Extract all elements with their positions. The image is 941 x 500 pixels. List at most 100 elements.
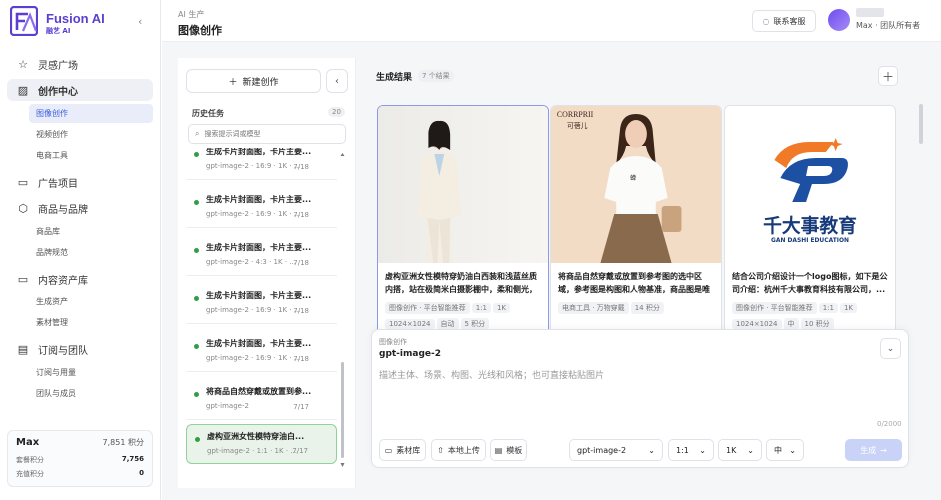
box-icon: ⬡	[18, 201, 28, 215]
history-count-badge: 20	[328, 107, 345, 117]
logo-english-name: GAN DASHI EDUCATION	[771, 237, 849, 244]
chevron-down-icon: ⌄	[789, 445, 796, 455]
nav-subscription-team[interactable]: ▤ 订阅与团队	[7, 338, 153, 360]
star-icon: ☆	[18, 57, 28, 71]
model-select[interactable]: gpt-image-2 ⌄	[569, 439, 663, 461]
nav-video-creation[interactable]: 视频创作	[29, 125, 153, 144]
brand-logo[interactable]	[10, 6, 38, 36]
history-item-selected[interactable]: 虚构亚洲女性模特穿油白... gpt-image-2 · 1:1 · 1K · .…	[186, 424, 337, 464]
nav-ad-projects[interactable]: ▭ 广告项目	[7, 171, 153, 193]
result-image-woman-tshirt[interactable]: CORRPRII 可蓓儿 蝉	[551, 106, 721, 263]
status-dot	[194, 248, 199, 253]
material-library-button[interactable]: ▭ 素材库	[379, 439, 426, 461]
result-tag: 1:1	[818, 303, 838, 313]
history-list: 生成卡片封面图，卡片主要... gpt-image-2 · 16:9 · 1K ·…	[186, 148, 338, 468]
arrow-right-icon: →	[880, 445, 887, 455]
history-item[interactable]: 生成卡片封面图，卡片主要... gpt-image-2 · 16:9 · 1K ·…	[186, 148, 337, 180]
quality-select[interactable]: 中 ⌄	[766, 439, 804, 461]
nav-ecommerce-tools[interactable]: 电商工具	[29, 146, 153, 165]
nav-team-members[interactable]: 团队与成员	[29, 384, 153, 403]
status-dot	[194, 152, 199, 157]
history-search-input[interactable]	[204, 130, 335, 138]
result-tags: 电商工具 · 万物穿戴 14 积分	[558, 302, 721, 318]
collapse-sidebar-icon[interactable]: ‹	[138, 15, 142, 28]
nav-brand-guidelines[interactable]: 品牌规范	[29, 243, 153, 262]
plus-icon: ＋	[881, 69, 894, 84]
local-upload-button[interactable]: ⇧ 本地上传	[431, 439, 486, 461]
nav-generated-assets[interactable]: 生成资产	[29, 292, 153, 311]
nav-content-assets[interactable]: ▭ 内容资产库	[7, 268, 153, 290]
history-item[interactable]: 生成卡片封面图，卡片主要... gpt-image-2 · 16:9 · 1K ·…	[186, 284, 337, 324]
folder-icon: ▭	[17, 272, 29, 286]
nav-products-brands[interactable]: ⬡ 商品与品牌	[7, 197, 153, 219]
upload-icon: ⇧	[437, 445, 444, 455]
result-tag: 电商工具 · 万物穿戴	[558, 302, 629, 314]
nav-creation-center[interactable]: ▨ 创作中心	[7, 79, 153, 101]
tshirt-print: 蝉	[630, 174, 636, 182]
nav-subscription-usage[interactable]: 订阅与用量	[29, 363, 153, 382]
new-creation-button[interactable]: ＋新建创作	[186, 69, 321, 93]
chevron-down-icon: ⌄	[886, 343, 895, 354]
results-scrollbar[interactable]	[919, 104, 923, 144]
status-dot	[194, 296, 199, 301]
nav-material-management[interactable]: 素材管理	[29, 313, 153, 332]
nav-image-creation[interactable]: 图像创作	[29, 104, 153, 123]
result-tag: 图像创作 · 平台智能推荐	[385, 302, 470, 314]
history-title: 历史任务	[192, 109, 224, 118]
add-result-button[interactable]: ＋	[878, 66, 898, 86]
credits-total: 7,851 积分	[102, 438, 144, 447]
history-item[interactable]: 生成卡片封面图，卡片主要... gpt-image-2 · 4:3 · 1K · …	[186, 236, 337, 276]
page-title: 图像创作	[178, 24, 222, 37]
credits-value: 0	[139, 469, 144, 477]
prompt-input[interactable]	[379, 368, 899, 416]
collapse-composer-button[interactable]: ⌄	[880, 338, 901, 359]
contact-support-button[interactable]: ◌ 联系客服	[752, 10, 816, 32]
breadcrumb[interactable]: AI 生产	[178, 9, 204, 20]
brand-subname: 融艺 AI	[46, 27, 71, 35]
status-dot	[195, 437, 200, 442]
chevron-down-icon: ⌄	[699, 445, 706, 455]
result-image-education-logo[interactable]: 千大事教育 GAN DASHI EDUCATION	[725, 106, 895, 263]
result-tag: 1024×1024	[732, 319, 782, 329]
user-info[interactable]: Max · 团队所有者	[856, 8, 926, 31]
calendar-icon: ▤	[17, 342, 29, 356]
result-card[interactable]: 虚构亚洲女性模特穿奶油白西装和浅蓝丝质内搭，站在极简米白摄影棚中，柔和侧光，4:…	[377, 105, 549, 335]
aspect-ratio-select[interactable]: 1:1 ⌄	[668, 439, 714, 461]
history-item[interactable]: 生成卡片封面图，卡片主要... gpt-image-2 · 16:9 · 1K ·…	[186, 188, 337, 228]
result-tag: 1K	[492, 303, 510, 313]
credits-card[interactable]: Max 7,851 积分 套餐积分 7,756 充值积分 0	[7, 430, 153, 487]
plan-name: Max	[16, 437, 40, 448]
result-tag: 1024×1024	[385, 319, 435, 329]
chat-icon: ◌	[762, 16, 770, 26]
result-card[interactable]: CORRPRII 可蓓儿 蝉 将商品自然穿戴或放置到参考图的选中区域，参考图是构…	[550, 105, 722, 335]
nav-inspiration[interactable]: ☆ 灵感广场	[7, 53, 153, 75]
folder-icon: ▭	[384, 445, 393, 455]
result-description: 结合公司介绍设计一个logo图标，如下是公司介绍：杭州千大事教育科技有限公司，.…	[732, 272, 888, 294]
result-tag: 图像创作 · 平台智能推荐	[732, 302, 817, 314]
credits-value: 7,756	[121, 455, 144, 463]
credits-label: 充值积分	[16, 470, 44, 478]
result-tag: 1:1	[471, 303, 491, 313]
generate-button[interactable]: 生成 →	[845, 439, 902, 461]
results-title: 生成结果	[376, 73, 413, 83]
history-item[interactable]: 生成卡片封面图，卡片主要... gpt-image-2 · 16:9 · 1K ·…	[186, 332, 337, 372]
top-header	[162, 0, 941, 42]
collapse-panel-button[interactable]: ‹	[326, 69, 348, 93]
history-item[interactable]: 将商品自然穿戴或放置到参... gpt-image-2 7/17	[186, 380, 337, 420]
result-card[interactable]: 千大事教育 GAN DASHI EDUCATION 结合公司介绍设计一个logo…	[724, 105, 896, 335]
brand-name: Fusion AI	[46, 11, 105, 26]
template-button[interactable]: ▤ 模板	[490, 439, 527, 461]
history-scrollbar[interactable]	[340, 152, 345, 468]
result-image-woman-suit[interactable]	[378, 106, 548, 263]
avatar[interactable]	[828, 9, 850, 31]
resolution-select[interactable]: 1K ⌄	[718, 439, 762, 461]
image-icon: ▨	[17, 83, 29, 97]
folder-icon: ▭	[17, 175, 29, 189]
status-dot	[194, 392, 199, 397]
nav-product-library[interactable]: 商品库	[29, 222, 153, 241]
prompt-char-count: 0/2000	[877, 420, 902, 428]
chevron-left-icon: ‹	[335, 75, 339, 87]
history-search[interactable]: ⌕	[188, 124, 346, 144]
logo-chinese-name: 千大事教育	[763, 214, 857, 237]
card-brand-sub: 可蓓儿	[567, 121, 588, 130]
